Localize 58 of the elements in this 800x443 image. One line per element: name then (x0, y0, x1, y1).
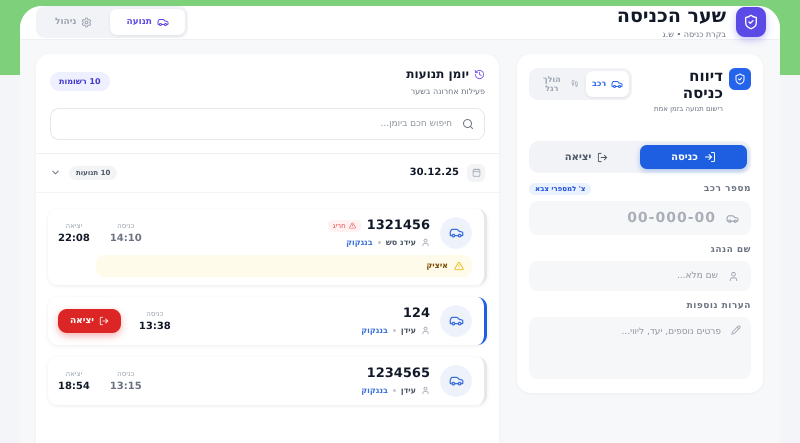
plate-field[interactable]: 00-000-00 (529, 201, 751, 236)
plate-number: 1321456 (366, 218, 430, 234)
location-text: בנגקוק (361, 326, 388, 336)
direction-tab[interactable]: כניסה (640, 145, 747, 170)
app-subtitle: בקרת כניסה • ש.ג (661, 30, 726, 39)
field-label: הערות נוספות (686, 301, 751, 312)
mode-tab[interactable]: רכב (586, 70, 630, 97)
entry-time: 13:38 (138, 320, 171, 332)
history-icon (474, 69, 485, 80)
person-icon (728, 270, 739, 282)
footprints-icon (570, 79, 578, 88)
log-title: יומן תנועות (406, 68, 469, 82)
group-date: 30.12.25 (410, 167, 459, 178)
name-field[interactable]: שם מלא... (529, 261, 751, 292)
person-icon (421, 386, 430, 396)
driver-name: עידן (400, 386, 416, 396)
exit-time: 18:54 (58, 380, 90, 392)
person-icon (421, 238, 430, 248)
nav-tab[interactable]: תנועה (110, 9, 185, 36)
person-icon (421, 326, 430, 336)
sign-out-icon (597, 152, 608, 163)
panel-title: דיווח כניסה (682, 68, 723, 102)
exit-button[interactable]: יציאה (58, 308, 121, 333)
record-count: 10 רשומות (50, 72, 110, 92)
plate-input-field[interactable]: 00-000-00 (541, 209, 718, 228)
car-icon (440, 364, 472, 397)
gear-icon (81, 16, 92, 28)
name-input-field[interactable]: שם מלא... (541, 270, 720, 282)
sign-in-icon (704, 151, 716, 164)
entry-time: 14:10 (110, 232, 142, 244)
note-text: איציק (426, 261, 448, 270)
warning-icon (348, 222, 356, 230)
calendar-icon (467, 164, 485, 182)
car-icon (440, 304, 472, 337)
log-subtitle: פעילות אחרונה בשער (410, 86, 485, 96)
search-field[interactable]: חיפוש חכם ביומן... (61, 118, 454, 130)
location-text: בנגקוק (361, 386, 388, 396)
field-label: שם הנהג (710, 245, 751, 256)
pencil-icon (731, 325, 741, 336)
notes-field[interactable]: פרטים נוספים, יעד, ליווי... (529, 317, 751, 380)
entry-time: 13:15 (110, 380, 142, 392)
sign-out-icon (98, 316, 109, 326)
location-text: בנגקוק (346, 238, 373, 248)
warning-icon (454, 260, 464, 271)
shield-icon (729, 68, 751, 90)
field-label: מספר רכב (704, 184, 751, 194)
exit-time: 22:08 (58, 232, 90, 244)
car-icon (440, 216, 472, 249)
driver-name: עידן (400, 326, 416, 336)
app-title: שער הכניסה (616, 6, 726, 28)
search-box[interactable]: חיפוש חכם ביומן... (50, 108, 485, 140)
direction-tab[interactable]: יציאה (533, 145, 640, 170)
search-icon (462, 118, 474, 130)
notes-input-field[interactable]: פרטים נוספים, יעד, ליווי... (539, 325, 723, 374)
plate-number: 1234565 (366, 366, 430, 382)
plate-number: 124 (402, 306, 430, 322)
car-icon (156, 16, 169, 28)
driver-name: עידנ סש (386, 238, 416, 248)
